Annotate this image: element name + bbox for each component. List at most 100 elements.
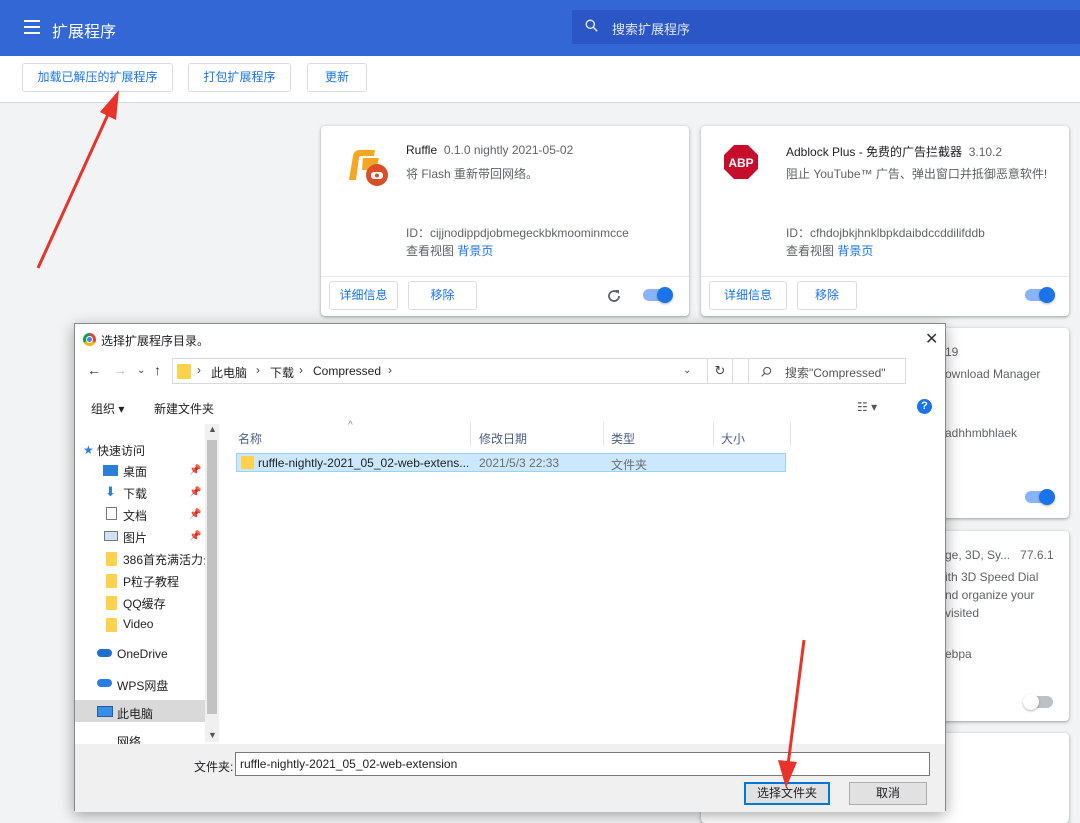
adblock-plus-logo-icon: ABP xyxy=(724,145,758,179)
organize-menu[interactable]: 组织 ▾ xyxy=(91,400,124,417)
extension-description-line: nd organize your xyxy=(945,588,1035,602)
file-date: 2021/5/3 22:33 xyxy=(479,456,560,470)
extension-description-line: visited xyxy=(945,606,980,620)
folder-icon xyxy=(106,596,117,610)
search-placeholder: 搜索扩展程序 xyxy=(612,22,691,37)
details-button[interactable]: 详细信息 xyxy=(709,281,787,310)
onedrive-icon xyxy=(97,649,112,657)
command-bar: 组织 ▾ 新建文件夹 ☷ ▾ ? xyxy=(75,394,945,420)
address-bar[interactable]: › 此电脑 › 下载 › Compressed › ⌄ xyxy=(172,358,777,384)
remove-button[interactable]: 移除 xyxy=(408,281,477,310)
page-title: 扩展程序 xyxy=(52,24,117,41)
column-header-date[interactable]: 修改日期 xyxy=(479,430,527,447)
nav-quick-access[interactable]: 快速访问 xyxy=(97,442,145,459)
extension-version: 0.1.0 nightly 2021-05-02 xyxy=(443,143,574,157)
folder-icon xyxy=(106,574,117,588)
nav-wps-drive[interactable]: WPS网盘 xyxy=(117,677,168,694)
enable-toggle[interactable] xyxy=(643,287,673,303)
file-row[interactable]: ruffle-nightly-2021_05_02-web-extens... … xyxy=(236,453,786,472)
extension-name: Ruffle 0.1.0 nightly 2021-05-02 xyxy=(406,143,574,157)
nav-this-pc[interactable]: 此电脑 xyxy=(117,705,153,722)
file-name: ruffle-nightly-2021_05_02-web-extens... xyxy=(258,456,470,470)
address-dropdown-icon[interactable]: ⌄ xyxy=(683,365,691,376)
breadcrumb-this-pc[interactable]: 此电脑 xyxy=(211,364,247,381)
background-page-link[interactable]: 背景页 xyxy=(837,244,873,258)
enable-toggle[interactable] xyxy=(1023,694,1053,710)
top-app-bar: 扩展程序 搜索扩展程序 xyxy=(0,0,1080,56)
cancel-button[interactable]: 取消 xyxy=(849,782,927,805)
extension-id: ebpa xyxy=(945,647,972,661)
enable-toggle[interactable] xyxy=(1025,489,1055,505)
extension-card-adblock-plus: ABP Adblock Plus - 免费的广告拦截器 3.10.2 阻止 Yo… xyxy=(701,126,1069,316)
chrome-icon xyxy=(83,333,96,346)
desktop-icon xyxy=(103,465,118,476)
column-header-size[interactable]: 大小 xyxy=(721,430,745,447)
sort-up-icon: ^ xyxy=(348,420,353,431)
pack-extension-button[interactable]: 打包扩展程序 xyxy=(188,63,291,92)
update-button[interactable]: 更新 xyxy=(307,63,367,92)
menu-icon[interactable] xyxy=(24,20,40,34)
up-arrow-icon[interactable]: ↑ xyxy=(154,362,161,378)
folder-label: 文件夹: xyxy=(194,760,234,774)
details-button[interactable]: 详细信息 xyxy=(329,281,398,310)
load-unpacked-button[interactable]: 加载已解压的扩展程序 xyxy=(22,63,173,92)
folder-picker-dialog: 选择扩展程序目录。 ✕ ← → ⌄ ↑ › 此电脑 › 下载 › Compres… xyxy=(74,323,946,812)
column-header-name[interactable]: 名称 xyxy=(238,430,262,447)
recent-locations-icon[interactable]: ⌄ xyxy=(137,365,145,376)
view-options-icon[interactable]: ☷ ▾ xyxy=(857,400,877,414)
folder-name-input[interactable]: ruffle-nightly-2021_05_02-web-extension xyxy=(235,752,930,776)
nav-documents[interactable]: 文档 xyxy=(123,507,147,524)
pictures-icon xyxy=(104,531,118,541)
extension-search-box[interactable]: 搜索扩展程序 xyxy=(572,10,1080,44)
nav-onedrive[interactable]: OneDrive xyxy=(117,647,168,661)
refresh-icon[interactable]: ↻ xyxy=(707,358,733,384)
star-icon: ★ xyxy=(83,443,94,457)
folder-search-input[interactable]: 搜索"Compressed" xyxy=(748,358,906,384)
computer-icon xyxy=(97,706,113,717)
remove-button[interactable]: 移除 xyxy=(797,281,857,310)
new-folder-button[interactable]: 新建文件夹 xyxy=(154,400,214,417)
back-arrow-icon[interactable]: ← xyxy=(87,362,101,378)
nav-desktop[interactable]: 桌面 xyxy=(123,463,147,480)
enable-toggle[interactable] xyxy=(1025,287,1055,303)
nav-scrollbar[interactable]: ▲ ▼ xyxy=(205,424,219,742)
folder-icon xyxy=(177,364,191,379)
help-icon[interactable]: ? xyxy=(917,399,932,414)
svg-text:ABP: ABP xyxy=(728,156,753,170)
nav-pictures[interactable]: 图片 xyxy=(123,529,147,546)
card-divider xyxy=(701,276,1069,277)
column-header-type[interactable]: 类型 xyxy=(611,430,635,447)
inspect-views: 查看视图 背景页 xyxy=(406,244,494,258)
nav-network[interactable]: 网络 xyxy=(117,733,141,744)
file-list: 名称 ^ 修改日期 类型 大小 ruffle-nightly-2021_05_0… xyxy=(220,420,945,744)
file-type: 文件夹 xyxy=(611,458,648,472)
extension-description-line: ith 3D Speed Dial xyxy=(945,570,1039,584)
select-folder-button[interactable]: 选择文件夹 xyxy=(744,782,830,805)
background-page-link[interactable]: 背景页 xyxy=(457,244,493,258)
forward-arrow-icon[interactable]: → xyxy=(113,362,127,378)
extension-description: 将 Flash 重新带回网络。 xyxy=(406,167,539,181)
folder-icon xyxy=(241,456,254,469)
nav-folder[interactable]: 386首充满活力云 xyxy=(123,551,205,568)
download-icon: ⬇ xyxy=(105,484,116,499)
extension-version: 19 xyxy=(945,345,959,359)
nav-folder[interactable]: P粒子教程 xyxy=(123,573,179,590)
nav-folder[interactable]: Video xyxy=(123,617,153,631)
dialog-title: 选择扩展程序目录。 xyxy=(101,334,210,348)
extension-name: ge, 3D, Sy... 77.6.1 xyxy=(945,548,1054,562)
document-icon xyxy=(106,507,117,520)
inspect-views: 查看视图 背景页 xyxy=(786,244,874,258)
nav-downloads[interactable]: 下载 xyxy=(123,485,147,502)
navigation-pane: ★ 快速访问 桌面📌 ⬇ 下载📌 文档📌 图片📌 386首充满活力云 P粒子教程… xyxy=(75,422,218,744)
extension-id: ID：cijjnodippdjobmegeckbkmoominmcce xyxy=(406,226,629,240)
folder-icon xyxy=(106,618,117,632)
extensions-toolbar: 加载已解压的扩展程序 打包扩展程序 更新 xyxy=(0,56,1080,103)
extension-description: 阻止 YouTube™ 广告、弹出窗口并抵御恶意软件! xyxy=(786,167,1048,181)
breadcrumb-compressed[interactable]: Compressed xyxy=(313,364,381,378)
nav-folder[interactable]: QQ缓存 xyxy=(123,595,166,612)
card-divider xyxy=(321,276,689,277)
close-icon[interactable]: ✕ xyxy=(925,329,938,349)
reload-icon[interactable] xyxy=(606,288,622,304)
search-icon xyxy=(761,366,772,377)
breadcrumb-downloads[interactable]: 下载 xyxy=(270,364,294,381)
